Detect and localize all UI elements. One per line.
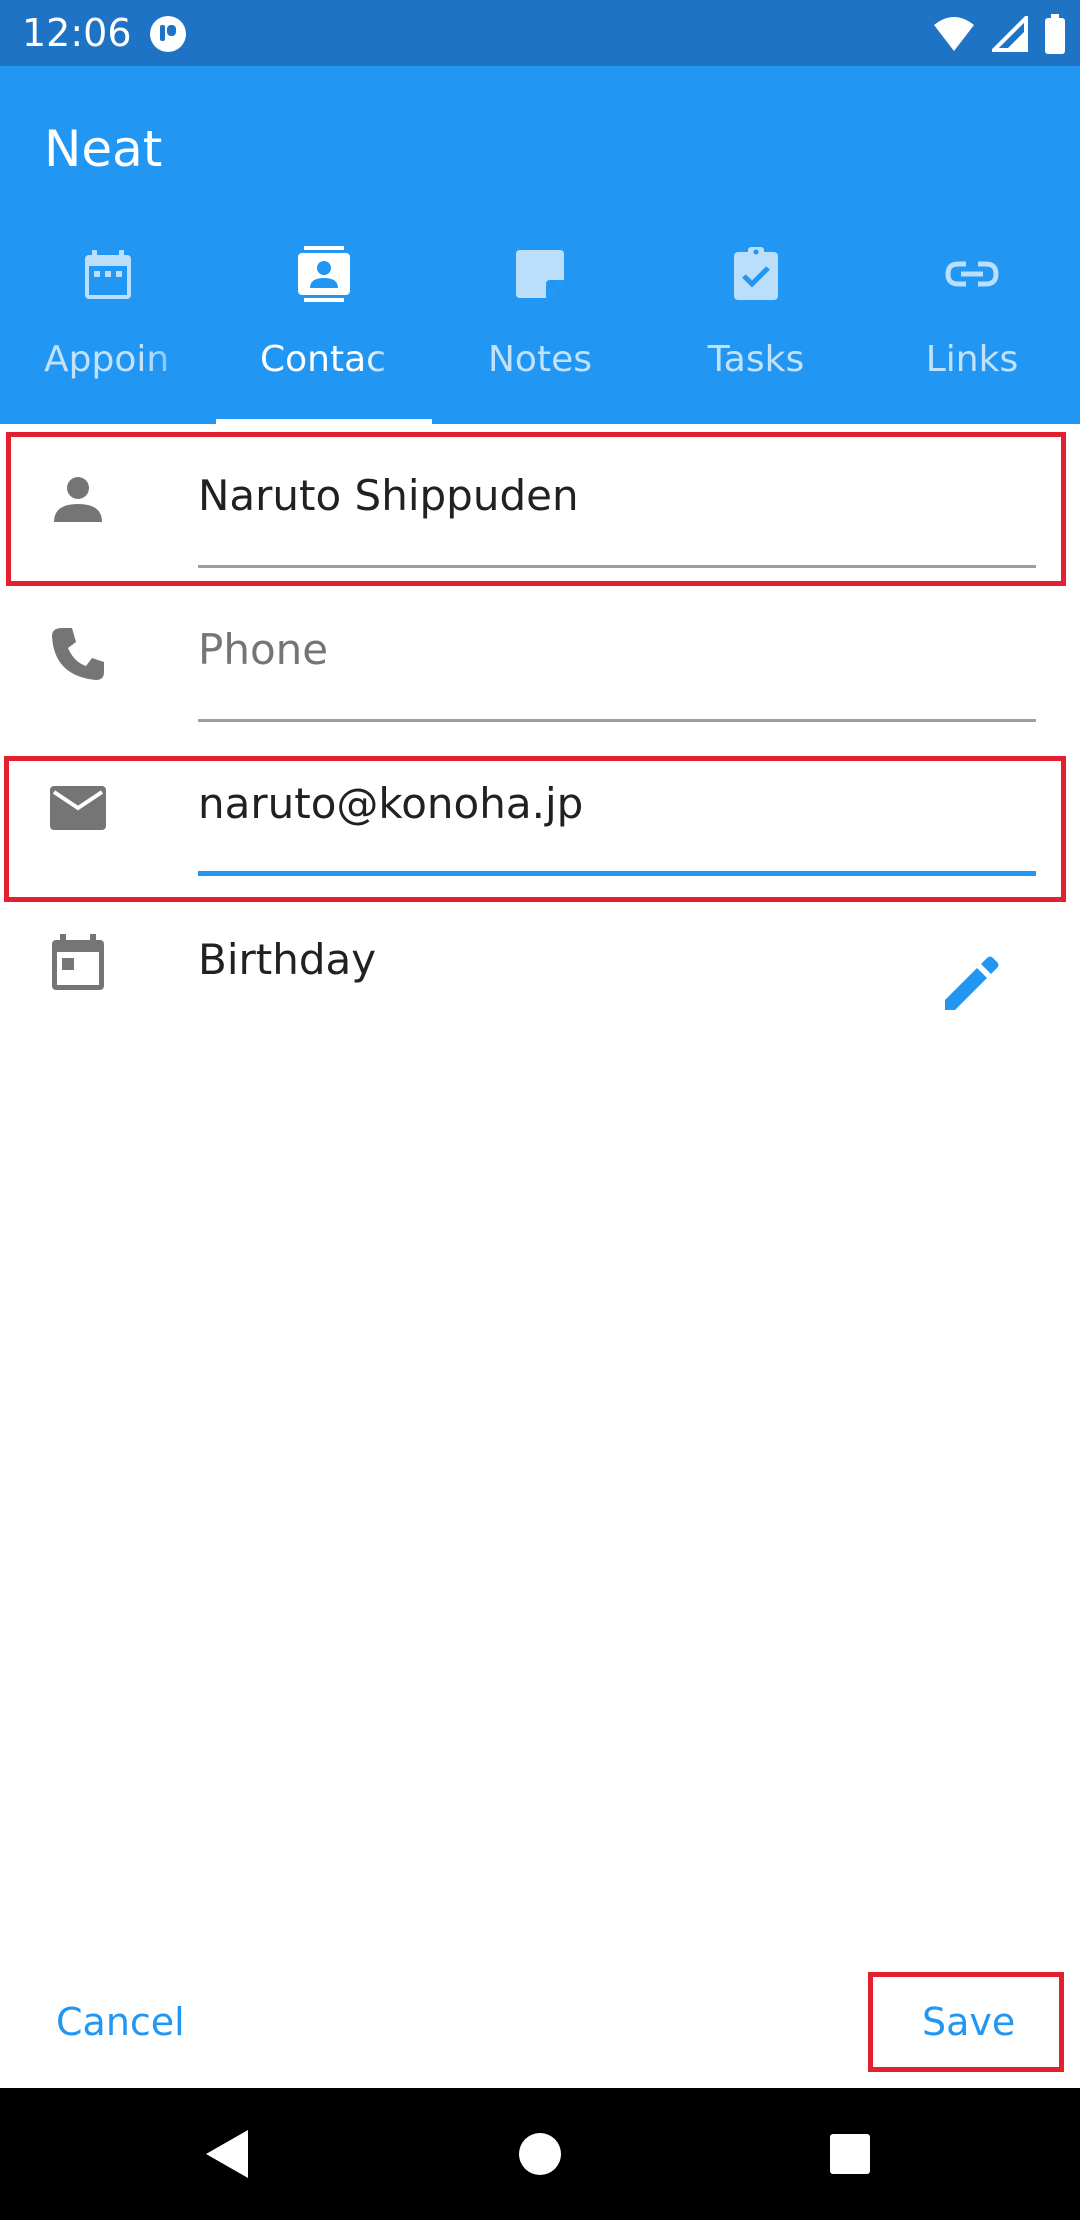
tab-bar: Appoin Contac Notes Tasks Links: [0, 236, 1080, 424]
tab-label: Appoin: [0, 336, 216, 384]
phone-input[interactable]: Phone: [198, 610, 328, 690]
tab-label: Links: [925, 339, 1019, 380]
phone-field[interactable]: Phone: [198, 602, 1036, 722]
cancel-button[interactable]: Cancel: [56, 1992, 185, 2052]
event-calendar-icon: [52, 934, 104, 990]
contact-card-icon: [298, 246, 350, 302]
tab-label: Contac: [216, 336, 432, 384]
phone-icon: [52, 628, 104, 680]
tab-links[interactable]: Links: [864, 236, 1080, 424]
status-bar: 12:06: [0, 0, 1080, 66]
link-icon: [945, 261, 999, 287]
app-bar: Neat Appoin Contac Notes Tasks Links: [0, 66, 1080, 424]
calendar-icon: [85, 250, 131, 299]
back-icon[interactable]: [198, 2124, 258, 2184]
tab-contacts[interactable]: Contac: [216, 236, 432, 424]
highlight-box: [868, 1972, 1064, 2072]
status-time: 12:06: [22, 11, 132, 55]
highlight-box: [4, 756, 1066, 902]
tab-label: Tasks: [707, 339, 805, 380]
clipboard-check-icon: [734, 247, 778, 300]
tab-tasks[interactable]: Tasks: [648, 236, 864, 424]
birthday-label: Birthday: [198, 935, 377, 984]
highlight-box: [6, 432, 1066, 586]
system-icons: [932, 12, 1066, 56]
home-icon[interactable]: [510, 2124, 570, 2184]
app-title: Neat: [44, 120, 163, 178]
tab-appointments[interactable]: Appoin: [0, 236, 216, 424]
system-navigation-bar: [0, 2088, 1080, 2220]
wifi-icon: [934, 17, 974, 51]
tab-label: Notes: [488, 339, 592, 380]
notification-app-icon: [150, 16, 186, 52]
signal-icon: [992, 16, 1028, 52]
recents-icon[interactable]: [820, 2124, 880, 2184]
battery-icon: [1045, 14, 1065, 54]
note-icon: [516, 250, 564, 298]
tab-notes[interactable]: Notes: [432, 236, 648, 424]
edit-birthday-pencil-icon[interactable]: [935, 950, 1005, 1020]
active-tab-indicator: [216, 419, 432, 424]
